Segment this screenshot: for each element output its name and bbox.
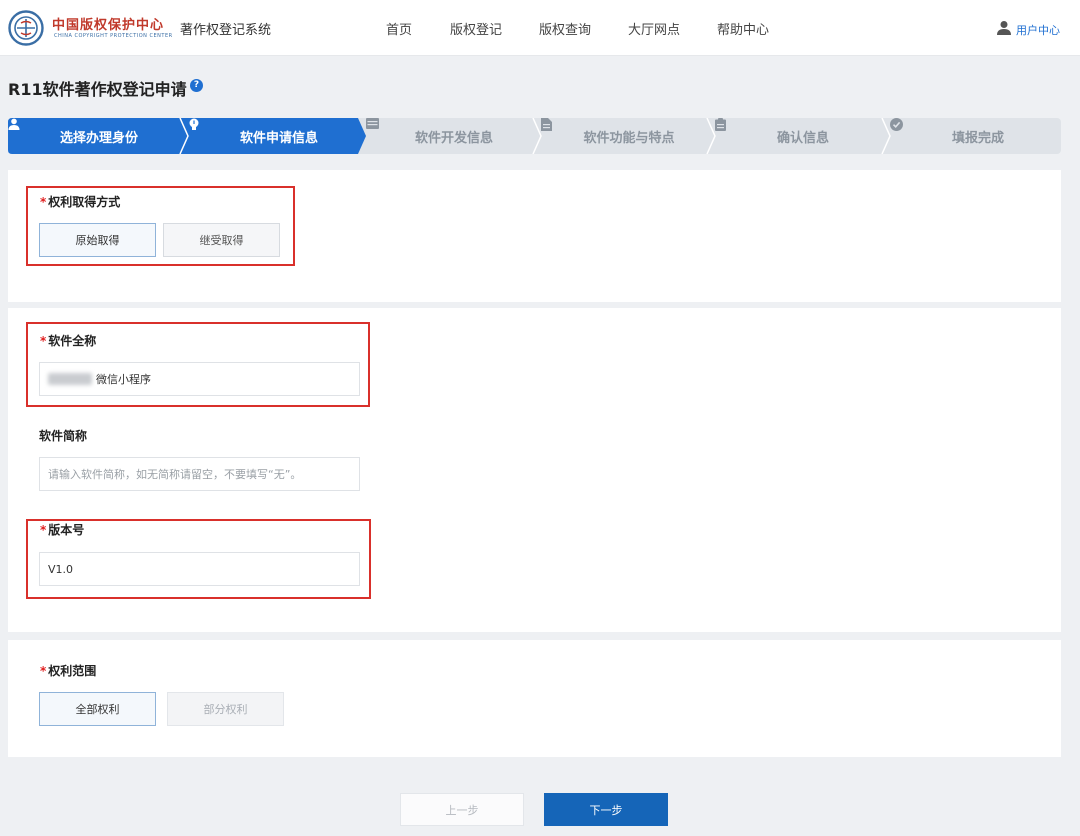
step-complete[interactable]: 填报完成 <box>890 118 1060 154</box>
software-name-section: * 软件全称 微信小程序 软件简称 请输入软件简称，如无简称请留空，不要填写“无”… <box>8 308 1061 632</box>
step-label: 软件开发信息 <box>414 130 493 146</box>
rights-scope-section: * 权利范围 全部权利 部分权利 <box>8 640 1061 757</box>
copyright-center-logo-icon[interactable] <box>8 10 44 46</box>
top-navigation-bar: 中国版权保护中心 CHINA COPYRIGHT PROTECTION CENT… <box>0 0 1080 56</box>
rights-scope-label: * 权利范围 <box>40 662 96 679</box>
system-title: 著作权登记系统 <box>180 23 272 38</box>
short-name-input[interactable]: 请输入软件简称，如无简称请留空，不要填写“无”。 <box>39 457 360 491</box>
inherited-acquisition-option[interactable]: 继受取得 <box>163 223 280 257</box>
required-marker: * <box>40 664 47 678</box>
required-marker: * <box>40 523 47 537</box>
step-software-features[interactable]: 软件功能与特点 <box>541 118 711 154</box>
original-acquisition-option[interactable]: 原始取得 <box>39 223 156 257</box>
nav-help-center[interactable]: 帮助中心 <box>717 19 769 38</box>
step-label: 确认信息 <box>776 130 829 146</box>
step-label: 填报完成 <box>951 130 1004 146</box>
step-label: 软件功能与特点 <box>583 130 675 146</box>
all-rights-option[interactable]: 全部权利 <box>39 692 156 726</box>
nav-service-halls[interactable]: 大厅网点 <box>628 19 680 38</box>
logo-chinese-text: 中国版权保护中心 <box>52 18 165 33</box>
version-label: * 版本号 <box>40 521 84 538</box>
short-name-placeholder: 请输入软件简称，如无简称请留空，不要填写“无”。 <box>48 468 302 481</box>
version-value: V1.0 <box>48 562 74 576</box>
step-confirm-info[interactable]: 确认信息 <box>715 118 885 154</box>
acquisition-method-label: * 权利取得方式 <box>40 193 120 210</box>
version-input[interactable]: V1.0 <box>39 552 360 586</box>
acquisition-method-section: * 权利取得方式 原始取得 继受取得 <box>8 170 1061 302</box>
user-icon <box>997 21 1011 35</box>
logo-english-text: CHINA COPYRIGHT PROTECTION CENTER <box>54 33 173 39</box>
full-name-input[interactable]: 微信小程序 <box>39 362 360 396</box>
page-title: R11软件著作权登记申请 <box>8 80 187 99</box>
previous-step-button[interactable]: 上一步 <box>400 793 524 826</box>
acquisition-method-label-text: 权利取得方式 <box>48 195 121 209</box>
nav-copyright-query[interactable]: 版权查询 <box>539 19 591 38</box>
step-software-development-info[interactable]: 软件开发信息 <box>366 118 536 154</box>
user-center-link[interactable]: 用户中心 <box>996 18 1060 38</box>
full-name-label-text: 软件全称 <box>48 334 97 348</box>
redacted-text <box>48 373 92 385</box>
step-label: 选择办理身份 <box>59 130 138 146</box>
required-marker: * <box>40 334 47 348</box>
partial-rights-option[interactable]: 部分权利 <box>167 692 284 726</box>
step-software-application-info[interactable]: 软件申请信息 <box>188 118 364 154</box>
step-progress-bar: 选择办理身份 软件申请信息 软件开发信息 软件功能与特点 确认信息 填报完成 <box>8 118 1061 154</box>
nav-copyright-registration[interactable]: 版权登记 <box>450 19 502 38</box>
required-marker: * <box>40 195 47 209</box>
rights-scope-label-text: 权利范围 <box>48 664 97 678</box>
full-name-value: 微信小程序 <box>96 373 151 386</box>
version-label-text: 版本号 <box>48 523 85 537</box>
question-circle-icon[interactable]: ? <box>190 79 203 92</box>
short-name-label: 软件简称 <box>39 429 88 443</box>
step-label: 软件申请信息 <box>239 130 318 146</box>
next-step-button[interactable]: 下一步 <box>544 793 668 826</box>
user-center-label: 用户中心 <box>1016 24 1060 37</box>
step-select-identity[interactable]: 选择办理身份 <box>8 118 184 154</box>
nav-home[interactable]: 首页 <box>386 19 412 38</box>
full-name-label: * 软件全称 <box>40 332 96 349</box>
